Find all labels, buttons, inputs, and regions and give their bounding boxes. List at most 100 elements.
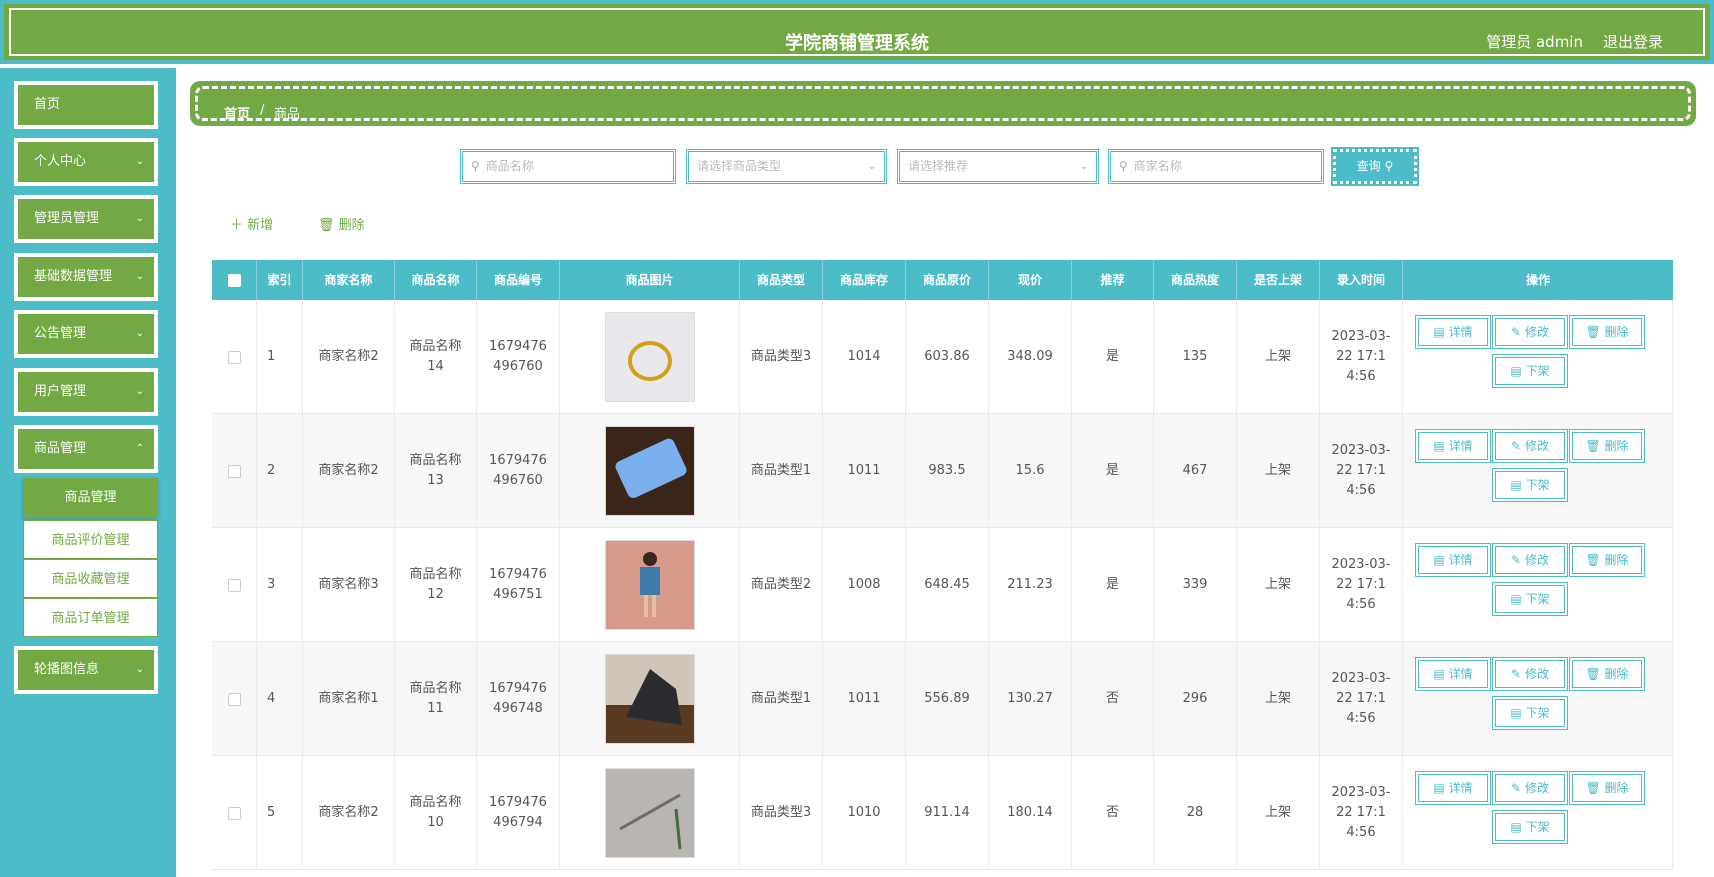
delete-button[interactable]: 🗑 删除 bbox=[1569, 771, 1645, 805]
goods-image-cell bbox=[560, 528, 740, 642]
cell-code: 1679476496748 bbox=[477, 642, 560, 756]
header-cell: 操作 bbox=[1525, 273, 1550, 287]
select-all-checkbox[interactable] bbox=[212, 260, 257, 300]
delete-button[interactable]: 🗑 删除 bbox=[1569, 315, 1645, 349]
batch-delete-button[interactable]: 🗑 删除 bbox=[318, 214, 365, 233]
row-checkbox[interactable] bbox=[212, 528, 257, 642]
search-icon: ⚲ bbox=[1119, 159, 1128, 173]
breadcrumb-home[interactable]: 首页 bbox=[224, 103, 250, 122]
sidebar: 首页 个人中心 ⌄ 管理员管理 ⌄ 基础数据管理 ⌄ 公告管理 ⌄ 用户管理 ⌄ 商品管理… bbox=[0, 68, 176, 877]
button-label: 删除 bbox=[1604, 553, 1629, 567]
query-button[interactable]: 查询 ⚲ bbox=[1331, 147, 1419, 186]
checkbox-box bbox=[227, 350, 241, 364]
table-row: 4 商家名称1 商品名称11 1679476496748 商品类型1 1011 556.89… bbox=[212, 642, 1673, 756]
cell-price: 180.14 bbox=[989, 756, 1072, 870]
sidebar-item-carousel[interactable]: 轮播图信息 ⌄ bbox=[14, 646, 158, 694]
off-shelf-button[interactable]: ▤ 下架 bbox=[1492, 696, 1568, 730]
cell-hot: 28 bbox=[1154, 756, 1237, 870]
sidebar-item-label: 公告管理 bbox=[34, 326, 87, 341]
detail-button[interactable]: ▤ 详情 bbox=[1415, 429, 1491, 463]
goods-image bbox=[604, 312, 695, 402]
add-button[interactable]: ＋ 新增 bbox=[230, 214, 273, 233]
doc-icon: ▤ bbox=[1510, 820, 1522, 834]
checkbox-box bbox=[227, 692, 241, 706]
header-cell: 商品热度 bbox=[1154, 260, 1237, 300]
breadcrumb: 首页 / 商品 bbox=[190, 81, 1696, 126]
table-row: 2 商家名称2 商品名称13 1679476496760 商品类型1 1011 983.5 1… bbox=[212, 414, 1673, 528]
edit-button[interactable]: ✎ 修改 bbox=[1492, 657, 1568, 691]
row-checkbox[interactable] bbox=[212, 300, 257, 414]
trash-icon: 🗑 bbox=[1585, 781, 1601, 795]
cell-type: 商品类型3 bbox=[740, 300, 823, 414]
cell-stock: 1011 bbox=[823, 414, 906, 528]
recommend-select[interactable]: 请选择推荐 ⌄ bbox=[897, 149, 1099, 184]
detail-button[interactable]: ▤ 详情 bbox=[1415, 657, 1491, 691]
detail-button[interactable]: ▤ 详情 bbox=[1415, 543, 1491, 577]
cell-time: 2023-03-22 17:14:56 bbox=[1320, 528, 1403, 642]
submenu-item-orders[interactable]: 商品订单管理 bbox=[23, 598, 158, 637]
search-shop-name-input[interactable]: ⚲ 商家名称 bbox=[1108, 149, 1324, 184]
logout-link[interactable]: 退出登录 bbox=[1603, 31, 1663, 52]
button-label: 修改 bbox=[1524, 781, 1549, 795]
sidebar-item-admins[interactable]: 管理员管理 ⌄ bbox=[14, 195, 158, 243]
submenu-item-goods-manage[interactable]: 商品管理 bbox=[23, 478, 158, 518]
sidebar-item-profile[interactable]: 个人中心 ⌄ bbox=[14, 138, 158, 186]
detail-button[interactable]: ▤ 详情 bbox=[1415, 315, 1491, 349]
goods-type-select[interactable]: 请选择商品类型 ⌄ bbox=[686, 149, 887, 184]
header-frame: 学院商铺管理系统 管理员 admin 退出登录 bbox=[9, 8, 1705, 56]
cell-price: 15.6 bbox=[989, 414, 1072, 528]
button-label: 修改 bbox=[1524, 439, 1549, 453]
edit-button[interactable]: ✎ 修改 bbox=[1492, 771, 1568, 805]
actions-cell: ▤ 详情 ✎ 修改 🗑 删除 ▤ 下架 bbox=[1403, 528, 1673, 642]
delete-button[interactable]: 🗑 删除 bbox=[1569, 543, 1645, 577]
cell-hot: 296 bbox=[1154, 642, 1237, 756]
cell-status: 上架 bbox=[1237, 756, 1320, 870]
sidebar-item-label: 首页 bbox=[34, 97, 61, 112]
sidebar-item-users[interactable]: 用户管理 ⌄ bbox=[14, 368, 158, 416]
sidebar-item-notices[interactable]: 公告管理 ⌄ bbox=[14, 310, 158, 358]
sidebar-item-basic-data[interactable]: 基础数据管理 ⌄ bbox=[14, 253, 158, 301]
table-row: 5 商家名称2 商品名称10 1679476496794 商品类型3 1010 911.14… bbox=[212, 756, 1673, 870]
doc-icon: ▤ bbox=[1433, 553, 1445, 567]
cell-shop: 商家名称2 bbox=[303, 300, 395, 414]
cell-hot: 467 bbox=[1154, 414, 1237, 528]
detail-button[interactable]: ▤ 详情 bbox=[1415, 771, 1491, 805]
row-checkbox[interactable] bbox=[212, 756, 257, 870]
button-label: 详情 bbox=[1448, 781, 1473, 795]
breadcrumb-separator: / bbox=[260, 103, 265, 118]
breadcrumb-frame: 首页 / 商品 bbox=[195, 86, 1691, 122]
off-shelf-button[interactable]: ▤ 下架 bbox=[1492, 810, 1568, 844]
header-cell: 商品名称 bbox=[395, 260, 477, 300]
edit-button[interactable]: ✎ 修改 bbox=[1492, 315, 1568, 349]
doc-icon: ▤ bbox=[1433, 325, 1445, 339]
doc-icon: ▤ bbox=[1510, 478, 1522, 492]
header-cell: 推荐 bbox=[1072, 260, 1154, 300]
off-shelf-button[interactable]: ▤ 下架 bbox=[1492, 468, 1568, 502]
off-shelf-button[interactable]: ▤ 下架 bbox=[1492, 582, 1568, 616]
submenu-item-reviews[interactable]: 商品评价管理 bbox=[23, 520, 158, 559]
table-row: 3 商家名称3 商品名称12 1679476496751 商品类型2 1008 648.45… bbox=[212, 528, 1673, 642]
button-label: 修改 bbox=[1524, 325, 1549, 339]
sidebar-item-home[interactable]: 首页 bbox=[14, 81, 158, 129]
placeholder-text: 商家名称 bbox=[1133, 159, 1182, 173]
search-goods-name-input[interactable]: ⚲ 商品名称 bbox=[460, 149, 676, 184]
cell-name: 商品名称14 bbox=[395, 300, 477, 414]
sidebar-item-goods[interactable]: 商品管理 ⌃ bbox=[14, 425, 158, 473]
off-shelf-button[interactable]: ▤ 下架 bbox=[1492, 354, 1568, 388]
cell-hot: 339 bbox=[1154, 528, 1237, 642]
button-label: 修改 bbox=[1524, 667, 1549, 681]
delete-button[interactable]: 🗑 删除 bbox=[1569, 657, 1645, 691]
edit-button[interactable]: ✎ 修改 bbox=[1492, 543, 1568, 577]
plus-icon: ＋ bbox=[230, 218, 244, 233]
header-cell: 商品库存 bbox=[823, 260, 906, 300]
pencil-icon: ✎ bbox=[1511, 553, 1522, 567]
trash-icon: 🗑 bbox=[1585, 667, 1601, 681]
goods-image-cell bbox=[560, 300, 740, 414]
delete-button[interactable]: 🗑 删除 bbox=[1569, 429, 1645, 463]
edit-button[interactable]: ✎ 修改 bbox=[1492, 429, 1568, 463]
submenu-item-favorites[interactable]: 商品收藏管理 bbox=[23, 559, 158, 598]
actions-cell: ▤ 详情 ✎ 修改 🗑 删除 ▤ 下架 bbox=[1403, 300, 1673, 414]
goods-image bbox=[604, 654, 695, 744]
row-checkbox[interactable] bbox=[212, 642, 257, 756]
row-checkbox[interactable] bbox=[212, 414, 257, 528]
